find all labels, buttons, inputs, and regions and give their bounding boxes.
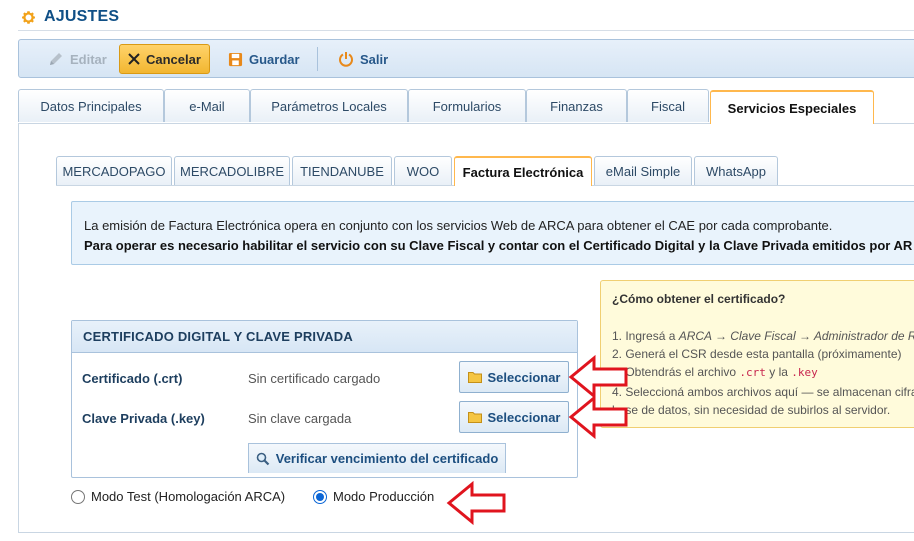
help-step-3: 3. Obtendrás el archivo .crt y la .key: [612, 365, 818, 379]
subtab-label: MERCADOPAGO: [62, 163, 166, 179]
mode-test-label: Modo Test (Homologación ARCA): [91, 489, 286, 504]
gear-icon: [22, 11, 35, 24]
select-label: Seleccionar: [487, 369, 561, 385]
select-certificate-button[interactable]: Seleccionar: [459, 361, 569, 393]
select-label: Seleccionar: [487, 409, 561, 425]
verify-label: Verificar vencimiento del certificado: [275, 451, 499, 466]
exit-label: Salir: [360, 51, 389, 67]
tab-label: Parámetros Locales: [271, 98, 387, 114]
subtab-mercadopago[interactable]: MERCADOPAGO: [56, 156, 172, 185]
certificate-label: Certificado (.crt): [82, 371, 183, 386]
mode-production-label: Modo Producción: [333, 489, 435, 504]
tab-label: Datos Principales: [40, 98, 142, 114]
tab-label: Formularios: [432, 98, 502, 114]
tab-finanzas[interactable]: Finanzas: [526, 89, 627, 122]
annotation-arrow-icon: [446, 480, 506, 526]
subtab-label: Factura Electrónica: [462, 164, 584, 180]
cancel-button[interactable]: Cancelar: [119, 44, 210, 74]
folder-icon: [467, 371, 482, 383]
cancel-label: Cancelar: [146, 51, 201, 67]
help-step-path: ARCA → Clave Fiscal → Administrador de R…: [678, 329, 914, 343]
help-step-text: 1. Ingresá a: [612, 329, 679, 343]
tab-parametros-locales[interactable]: Parámetros Locales: [250, 89, 408, 122]
certificate-panel: CERTIFICADO DIGITAL Y CLAVE PRIVADA Cert…: [71, 320, 578, 478]
edit-label: Editar: [70, 51, 107, 67]
save-button[interactable]: Guardar: [219, 44, 309, 74]
subtab-email-simple[interactable]: eMail Simple: [594, 156, 692, 185]
verify-expiration-button[interactable]: Verificar vencimiento del certificado: [248, 443, 506, 473]
help-step-4-cont: base de datos, sin necesidad de subirlos…: [612, 403, 891, 417]
help-title: ¿Cómo obtener el certificado?: [612, 292, 786, 306]
tab-label: Finanzas: [550, 98, 603, 114]
help-step-text: 3. Obtendrás el archivo: [612, 365, 740, 379]
tab-servicios-especiales[interactable]: Servicios Especiales: [710, 90, 874, 124]
exit-button[interactable]: Salir: [329, 44, 397, 74]
folder-icon: [467, 411, 482, 423]
magnifier-icon: [256, 452, 270, 466]
info-text: La emisión de Factura Electrónica opera …: [84, 218, 833, 233]
tab-label: Fiscal: [651, 98, 685, 114]
tab-fiscal[interactable]: Fiscal: [627, 89, 709, 122]
certificate-panel-title: CERTIFICADO DIGITAL Y CLAVE PRIVADA: [72, 321, 577, 353]
select-private-key-button[interactable]: Seleccionar: [459, 401, 569, 433]
certificate-status: Sin certificado cargado: [248, 371, 381, 386]
save-label: Guardar: [249, 51, 300, 67]
mode-test-option[interactable]: Modo Test (Homologación ARCA): [71, 489, 285, 504]
pencil-icon: [48, 51, 64, 67]
subtab-label: eMail Simple: [605, 163, 681, 179]
subtab-factura-electronica[interactable]: Factura Electrónica: [454, 156, 592, 186]
tab-label: Servicios Especiales: [727, 100, 857, 116]
subtab-woo[interactable]: WOO: [394, 156, 452, 185]
tab-email[interactable]: e-Mail: [164, 89, 250, 122]
subtab-tiendanube[interactable]: TIENDANUBE: [292, 156, 392, 185]
private-key-label: Clave Privada (.key): [82, 411, 205, 426]
page-title: AJUSTES: [44, 8, 120, 25]
subtab-label: WOO: [406, 163, 440, 179]
close-icon: [128, 53, 140, 65]
annotation-arrow-icon: [568, 394, 628, 440]
toolbar-separator: [317, 47, 318, 71]
subtab-label: MERCADOLIBRE: [179, 163, 285, 179]
edit-button[interactable]: Editar: [39, 44, 116, 74]
radio-mode-test[interactable]: [71, 489, 85, 504]
toolbar: Editar Cancelar Guardar Salir: [18, 39, 914, 78]
help-step-4: 4. Seleccioná ambos archivos aquí — se a…: [612, 385, 914, 399]
tab-label: e-Mail: [189, 98, 225, 114]
help-step-text: y la: [765, 365, 792, 379]
subtab-mercadolibre[interactable]: MERCADOLIBRE: [174, 156, 290, 185]
tab-datos-principales[interactable]: Datos Principales: [18, 89, 164, 122]
floppy-disk-icon: [228, 52, 243, 67]
power-icon: [338, 51, 354, 67]
tab-formularios[interactable]: Formularios: [408, 89, 526, 122]
info-box: La emisión de Factura Electrónica opera …: [71, 201, 914, 265]
subtab-label: TIENDANUBE: [300, 163, 384, 179]
radio-mode-production[interactable]: [313, 489, 327, 504]
page-header: AJUSTES: [0, 0, 914, 36]
help-code-key: .key: [791, 366, 818, 379]
title-divider: [18, 30, 914, 31]
help-step-1: 1. Ingresá a ARCA → Clave Fiscal → Admin…: [612, 329, 914, 343]
subtab-whatsapp[interactable]: WhatsApp: [694, 156, 778, 185]
info-text-bold: Para operar es necesario habilitar el se…: [84, 238, 913, 253]
help-step-2: 2. Generá el CSR desde esta pantalla (pr…: [612, 347, 902, 361]
mode-production-option[interactable]: Modo Producción: [313, 489, 434, 504]
subtab-label: WhatsApp: [706, 163, 766, 179]
help-code-crt: .crt: [739, 366, 766, 379]
private-key-status: Sin clave cargada: [248, 411, 352, 426]
help-box: ¿Cómo obtener el certificado? 1. Ingresá…: [600, 280, 914, 428]
